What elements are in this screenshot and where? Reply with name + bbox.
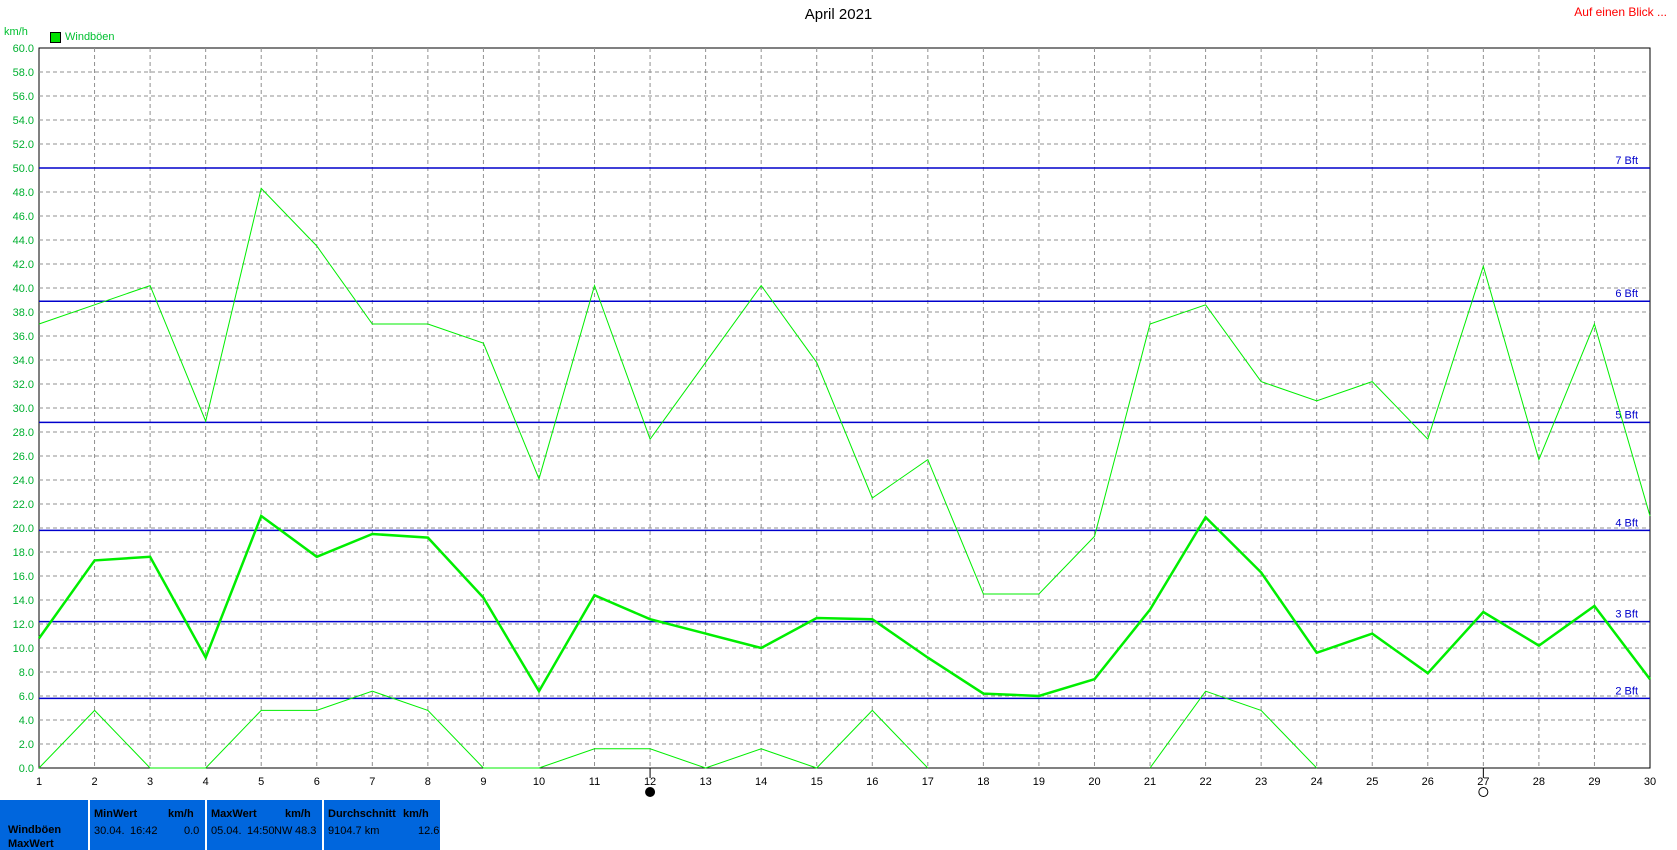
y-tick-label: 36.0 <box>13 331 34 343</box>
max-value: 48.3 <box>295 825 317 837</box>
avg-distance: 9104.7 km <box>328 825 380 837</box>
x-tick-label: 28 <box>1533 776 1545 788</box>
x-tick-label: 8 <box>425 776 431 788</box>
y-tick-label: 52.0 <box>13 139 34 151</box>
y-tick-label: 30.0 <box>13 403 34 415</box>
max-date: 05.04. <box>211 825 242 837</box>
y-tick-label: 20.0 <box>13 523 34 535</box>
stats-row-label-panel: Windböen MaxWert <box>0 800 88 850</box>
y-tick-label: 32.0 <box>13 379 34 391</box>
y-tick-label: 6.0 <box>19 691 34 703</box>
y-tick-label: 40.0 <box>13 283 34 295</box>
min-date: 30.04. <box>94 825 125 837</box>
y-tick-label: 4.0 <box>19 715 34 727</box>
y-tick-label: 16.0 <box>13 571 34 583</box>
y-tick-label: 26.0 <box>13 451 34 463</box>
x-tick-label: 16 <box>866 776 878 788</box>
x-tick-label: 1 <box>36 776 42 788</box>
y-tick-label: 50.0 <box>13 163 34 175</box>
max-unit: km/h <box>285 808 311 820</box>
y-tick-label: 38.0 <box>13 307 34 319</box>
x-tick-label: 14 <box>755 776 767 788</box>
min-unit: km/h <box>168 808 194 820</box>
x-tick-label: 7 <box>369 776 375 788</box>
x-tick-label: 29 <box>1588 776 1600 788</box>
avg-unit: km/h <box>403 808 429 820</box>
stats-average-panel: Durchschnitt km/h 9104.7 km 12.6 <box>324 800 440 850</box>
x-tick-label: 13 <box>699 776 711 788</box>
avg-value: 12.6 <box>418 825 440 837</box>
x-tick-label: 30 <box>1644 776 1656 788</box>
bft-label: 2 Bft <box>1615 685 1638 697</box>
x-tick-label: 3 <box>147 776 153 788</box>
bft-label: 4 Bft <box>1615 517 1638 529</box>
bft-label: 6 Bft <box>1615 288 1638 300</box>
x-tick-label: 5 <box>258 776 264 788</box>
x-tick-label: 22 <box>1199 776 1211 788</box>
x-tick-label: 17 <box>922 776 934 788</box>
x-tick-label: 23 <box>1255 776 1267 788</box>
x-tick-label: 11 <box>589 776 600 788</box>
y-tick-label: 24.0 <box>13 475 34 487</box>
full-moon-icon <box>1478 787 1489 797</box>
x-tick-label: 9 <box>480 776 486 788</box>
y-tick-label: 22.0 <box>13 499 34 511</box>
stats-max-panel: MaxWert km/h 05.04. 14:50 NW 48.3 <box>207 800 322 850</box>
y-tick-label: 18.0 <box>13 547 34 559</box>
chart-area: 0.0 2.0 4.0 6.0 8.0 10.0 12.0 14.0 16.0 18.0 20.0 2… <box>13 43 1656 797</box>
bft-label: 5 Bft <box>1615 409 1638 421</box>
y-tick-label: 28.0 <box>13 427 34 439</box>
y-tick-label: 0.0 <box>19 763 34 775</box>
x-tick-label: 19 <box>1033 776 1045 788</box>
max-direction: NW <box>274 825 293 837</box>
y-tick-label: 54.0 <box>13 115 34 127</box>
y-tick-label: 34.0 <box>13 355 34 367</box>
x-tick-label: 24 <box>1311 776 1323 788</box>
y-tick-label: 44.0 <box>13 235 34 247</box>
bft-label: 3 Bft <box>1615 609 1638 621</box>
avg-header: Durchschnitt <box>328 808 396 820</box>
x-tick-label: 25 <box>1366 776 1378 788</box>
new-moon-icon <box>645 787 656 797</box>
x-tick-label: 6 <box>314 776 320 788</box>
bft-label: 7 Bft <box>1615 155 1638 167</box>
min-value: 0.0 <box>184 825 200 837</box>
y-tick-label: 46.0 <box>13 211 34 223</box>
x-tick-label: 15 <box>811 776 823 788</box>
y-tick-label: 8.0 <box>19 667 34 679</box>
max-header: MaxWert <box>211 808 257 820</box>
y-tick-label: 2.0 <box>19 739 34 751</box>
x-tick-label: 21 <box>1144 776 1156 788</box>
x-tick-label: 26 <box>1422 776 1434 788</box>
y-tick-label: 14.0 <box>13 595 34 607</box>
y-tick-label: 58.0 <box>13 67 34 79</box>
y-tick-label: 56.0 <box>13 91 34 103</box>
y-tick-label: 48.0 <box>13 187 34 199</box>
y-tick-label: 60.0 <box>13 43 34 55</box>
x-tick-label: 4 <box>203 776 209 788</box>
x-tick-label: 18 <box>977 776 989 788</box>
stats-row-label2: MaxWert <box>8 838 54 850</box>
stats-min-panel: MinWert km/h 30.04. 16:42 0.0 <box>90 800 205 850</box>
y-tick-label: 10.0 <box>13 643 34 655</box>
x-tick-label: 20 <box>1088 776 1100 788</box>
max-time: 14:50 <box>247 825 275 837</box>
x-tick-label: 2 <box>91 776 97 788</box>
min-header: MinWert <box>94 808 138 820</box>
min-time: 16:42 <box>130 825 158 837</box>
y-tick-label: 42.0 <box>13 259 34 271</box>
stats-row-label: Windböen <box>8 824 62 836</box>
y-tick-label: 12.0 <box>13 619 34 631</box>
x-tick-label: 10 <box>533 776 545 788</box>
